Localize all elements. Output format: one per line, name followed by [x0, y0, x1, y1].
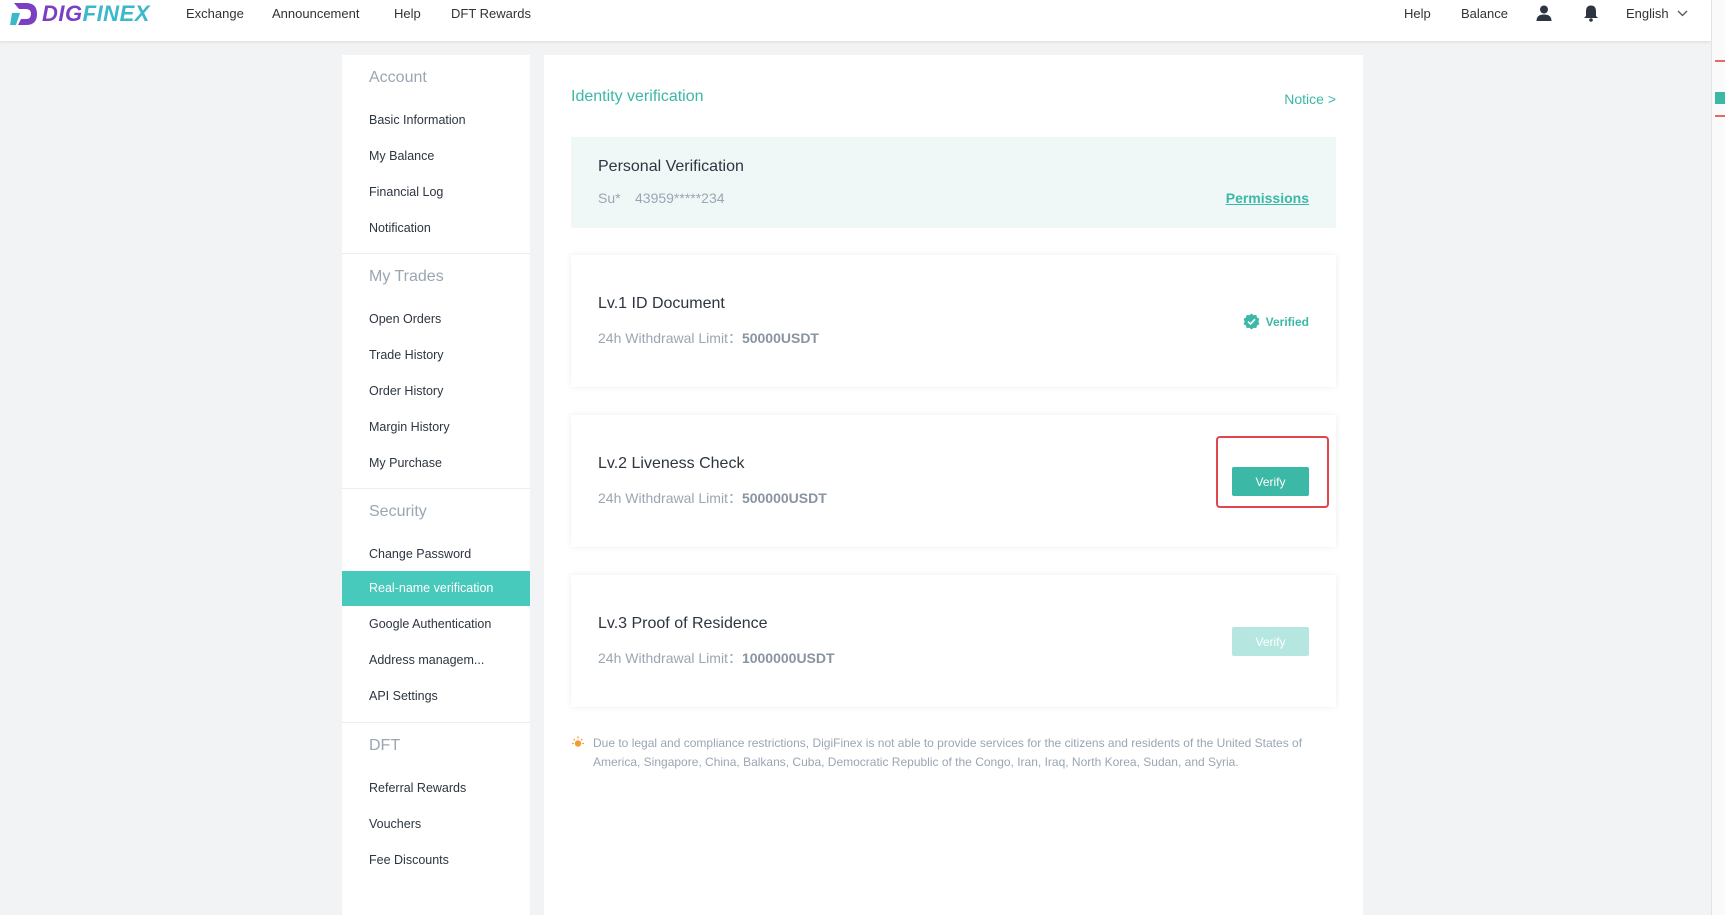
notice-link[interactable]: Notice > — [1284, 91, 1336, 107]
nav-dft-rewards[interactable]: DFT Rewards — [451, 6, 531, 21]
sidebar-item-change-password[interactable]: Change Password — [342, 537, 530, 572]
sidebar-item-fee-discounts[interactable]: Fee Discounts — [342, 843, 530, 878]
nav-exchange[interactable]: Exchange — [186, 6, 244, 21]
verified-check-icon — [1243, 313, 1260, 330]
chevron-down-icon — [1677, 10, 1688, 17]
sidebar-item-referral-rewards[interactable]: Referral Rewards — [342, 771, 530, 806]
sidebar-item-basic-information[interactable]: Basic Information — [342, 103, 530, 138]
bell-icon[interactable] — [1582, 4, 1600, 22]
level-3-verify-button[interactable]: Verify — [1232, 627, 1309, 656]
main-panel: Identity verification Notice > Personal … — [544, 55, 1363, 915]
sidebar-item-address-management[interactable]: Address managem... — [342, 643, 530, 678]
sidebar-item-margin-history[interactable]: Margin History — [342, 410, 530, 445]
sidebar-item-vouchers[interactable]: Vouchers — [342, 807, 530, 842]
sidebar-item-api-settings[interactable]: API Settings — [342, 679, 530, 714]
nav-announcement[interactable]: Announcement — [272, 6, 359, 21]
sidebar-item-my-balance[interactable]: My Balance — [342, 139, 530, 174]
sidebar-item-real-name-verification[interactable]: Real-name verification — [342, 571, 530, 606]
sidebar-section-dft: DFT — [369, 737, 401, 754]
level-2-verify-button[interactable]: Verify — [1232, 467, 1309, 496]
level-2-title: Lv.2 Liveness Check — [598, 455, 745, 472]
page-title: Identity verification — [571, 88, 704, 105]
level-3-limit: 24h Withdrawal Limit：1000000USDT — [598, 650, 835, 666]
sidebar-divider — [342, 253, 530, 254]
sidebar-item-open-orders[interactable]: Open Orders — [342, 302, 530, 337]
sidebar: Account Basic Information My Balance Fin… — [342, 55, 530, 915]
sidebar-section-account: Account — [369, 69, 427, 86]
level-3-limit-value: 1000000USDT — [741, 650, 835, 666]
level-1-limit: 24h Withdrawal Limit：50000USDT — [598, 330, 819, 346]
nav-help-right[interactable]: Help — [1404, 6, 1431, 21]
digifinex-logo[interactable]: DIGFINEX — [10, 0, 150, 28]
user-icon[interactable] — [1535, 4, 1553, 22]
lightbulb-icon — [572, 736, 584, 747]
sidebar-section-my-trades: My Trades — [369, 268, 444, 285]
sidebar-item-financial-log[interactable]: Financial Log — [342, 175, 530, 210]
level-2-limit-value: 500000USDT — [741, 490, 827, 506]
level-2-limit: 24h Withdrawal Limit：500000USDT — [598, 490, 827, 506]
user-name: Su* — [598, 190, 621, 206]
sidebar-item-trade-history[interactable]: Trade History — [342, 338, 530, 373]
sidebar-item-my-purchase[interactable]: My Purchase — [342, 446, 530, 481]
top-navigation: DIGFINEX Exchange Announcement Help DFT … — [0, 0, 1711, 41]
sidebar-divider — [342, 488, 530, 489]
sidebar-item-notification[interactable]: Notification — [342, 211, 530, 246]
scrollbar[interactable] — [1711, 0, 1725, 915]
language-label: English — [1626, 6, 1669, 21]
sidebar-divider — [342, 722, 530, 723]
language-selector[interactable]: English — [1626, 6, 1688, 21]
level-1-limit-value: 50000USDT — [741, 330, 819, 346]
verified-badge: Verified — [1243, 313, 1309, 330]
sidebar-item-order-history[interactable]: Order History — [342, 374, 530, 409]
level-3-title: Lv.3 Proof of Residence — [598, 615, 768, 632]
user-id-number: 43959*****234 — [635, 190, 725, 206]
level-3-card: Lv.3 Proof of Residence 24h Withdrawal L… — [571, 575, 1336, 707]
personal-verification-box: Personal Verification Su* 43959*****234 … — [571, 137, 1336, 228]
logo-icon — [10, 3, 37, 25]
sidebar-section-security: Security — [369, 503, 427, 520]
logo-text-dig: DIG — [42, 1, 83, 26]
nav-balance[interactable]: Balance — [1461, 6, 1508, 21]
permissions-link[interactable]: Permissions — [1226, 190, 1309, 206]
sidebar-item-google-authentication[interactable]: Google Authentication — [342, 607, 530, 642]
level-1-card: Lv.1 ID Document 24h Withdrawal Limit：50… — [571, 255, 1336, 387]
nav-help[interactable]: Help — [394, 6, 421, 21]
logo-text-finex: FINEX — [82, 1, 150, 26]
personal-verification-title: Personal Verification — [598, 158, 744, 175]
compliance-disclaimer: Due to legal and compliance restrictions… — [593, 736, 1303, 769]
level-2-card: Lv.2 Liveness Check 24h Withdrawal Limit… — [571, 415, 1336, 547]
level-1-title: Lv.1 ID Document — [598, 295, 725, 312]
verified-label: Verified — [1265, 314, 1309, 329]
